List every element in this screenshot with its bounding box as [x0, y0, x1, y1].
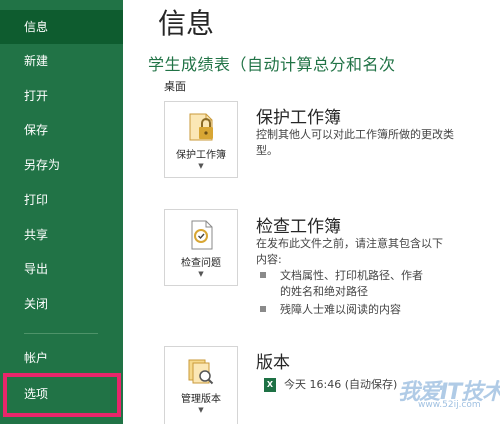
check-for-issues-button[interactable]: 检查问题 ▼	[164, 209, 238, 286]
chevron-down-icon: ▼	[198, 270, 204, 278]
chevron-down-icon: ▼	[198, 406, 204, 414]
manage-versions-button[interactable]: 管理版本 ▼	[164, 346, 238, 424]
versions-heading: 版本	[256, 353, 290, 373]
inspect-workbook-description: 在发布此文件之前，请注意其包含以下内容:	[256, 237, 443, 266]
document-location: 桌面	[164, 80, 186, 93]
lock-document-icon	[184, 110, 218, 148]
version-entry-label: 今天 16:46 (自动保存)	[284, 378, 398, 391]
nav-item-info[interactable]: 信息	[0, 10, 123, 44]
check-for-issues-label: 检查问题	[181, 258, 221, 269]
bullet-square-icon	[260, 306, 266, 312]
excel-file-icon: X	[264, 378, 276, 392]
nav-item-save-as[interactable]: 另存为	[0, 148, 123, 182]
nav-item-account[interactable]: 帐户	[0, 341, 123, 375]
nav-item-save[interactable]: 保存	[0, 113, 123, 147]
options-highlight-box	[3, 373, 121, 417]
manage-versions-icon	[186, 357, 216, 391]
inspect-bullet-item: 文档属性、打印机路径、作者的姓名和绝对路径	[260, 268, 430, 300]
nav-item-new[interactable]: 新建	[0, 44, 123, 78]
site-watermark-url: www.52ij.com	[418, 400, 481, 410]
chevron-down-icon: ▼	[198, 162, 204, 170]
manage-versions-label: 管理版本	[181, 394, 221, 405]
nav-item-export[interactable]: 导出	[0, 252, 123, 286]
inspect-document-icon	[184, 218, 218, 256]
version-entry[interactable]: X 今天 16:46 (自动保存)	[264, 376, 397, 392]
protect-workbook-label: 保护工作簿	[176, 150, 226, 161]
nav-item-open[interactable]: 打开	[0, 79, 123, 113]
document-name: 学生成绩表（自动计算总分和名次	[148, 55, 396, 74]
sidebar-divider	[24, 333, 98, 334]
nav-item-close[interactable]: 关闭	[0, 287, 123, 321]
nav-item-share[interactable]: 共享	[0, 218, 123, 252]
bullet-square-icon	[260, 272, 266, 278]
protect-workbook-heading: 保护工作簿	[256, 108, 341, 128]
protect-workbook-description: 控制其他人可以对此工作簿所做的更改类型。	[256, 128, 454, 157]
inspect-bullet-item: 残障人士难以阅读的内容	[260, 302, 401, 318]
protect-workbook-button[interactable]: 保护工作簿 ▼	[164, 101, 238, 178]
inspect-workbook-heading: 检查工作簿	[256, 217, 341, 237]
nav-item-print[interactable]: 打印	[0, 183, 123, 217]
page-title: 信息	[158, 7, 215, 40]
backstage-sidebar: 信息 新建 打开 保存 另存为 打印 共享 导出 关闭 帐户 选项	[0, 0, 123, 424]
